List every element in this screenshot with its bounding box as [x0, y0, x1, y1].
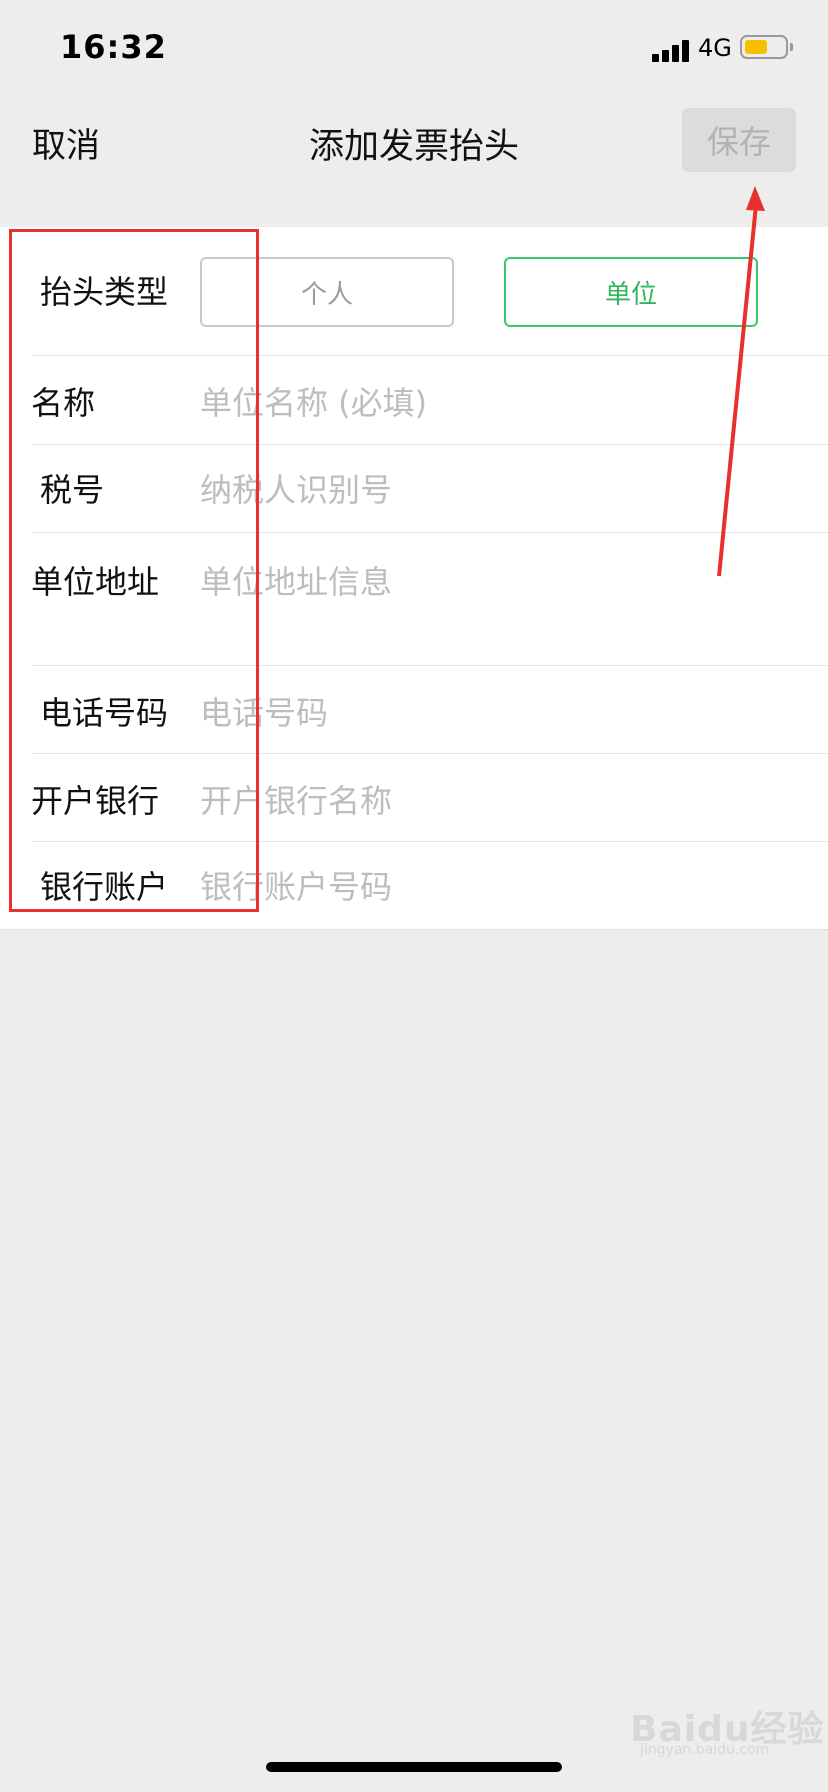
home-indicator[interactable]: [266, 1762, 562, 1772]
annotation-arrow-icon: [717, 186, 765, 577]
baidu-watermark-url: jingyan.baidu.com: [640, 1742, 770, 1758]
